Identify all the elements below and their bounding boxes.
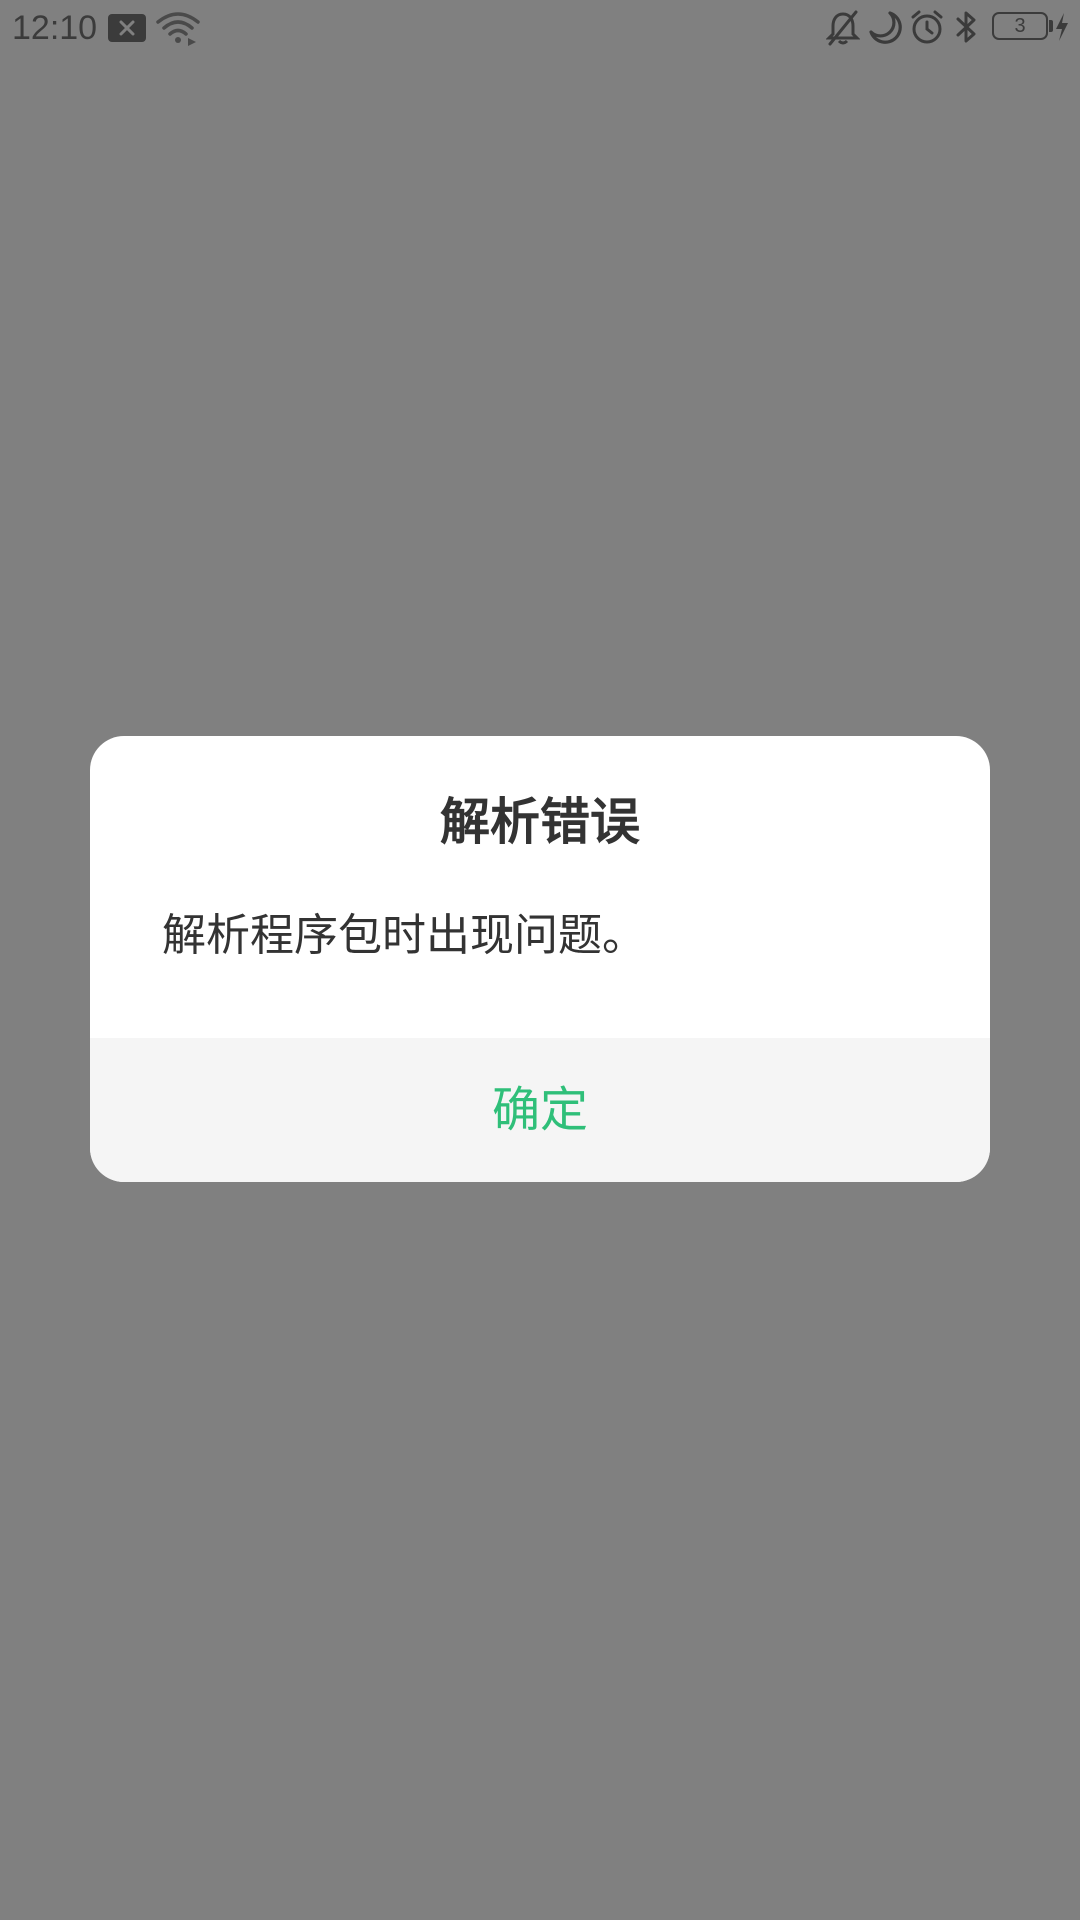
- battery-icon: 3: [992, 12, 1048, 40]
- status-bar: 12:10 3: [0, 0, 1080, 56]
- dialog-footer: 确定: [90, 1038, 990, 1182]
- bluetooth-icon: [954, 9, 980, 47]
- charging-icon: [1054, 12, 1070, 50]
- bell-off-icon: [826, 10, 860, 48]
- dialog-message: 解析程序包时出现问题。: [162, 910, 646, 961]
- notification-x-icon: [108, 14, 146, 52]
- moon-icon: [868, 10, 902, 48]
- battery-tip: [1049, 20, 1053, 32]
- wifi-icon: [156, 12, 200, 50]
- alarm-icon: [910, 9, 944, 47]
- status-time: 12:10: [12, 9, 98, 47]
- ok-button[interactable]: 确定: [90, 1038, 990, 1182]
- dialog-title: 解析错误: [440, 793, 640, 851]
- error-dialog: 解析错误 解析程序包时出现问题。 确定: [90, 736, 990, 1182]
